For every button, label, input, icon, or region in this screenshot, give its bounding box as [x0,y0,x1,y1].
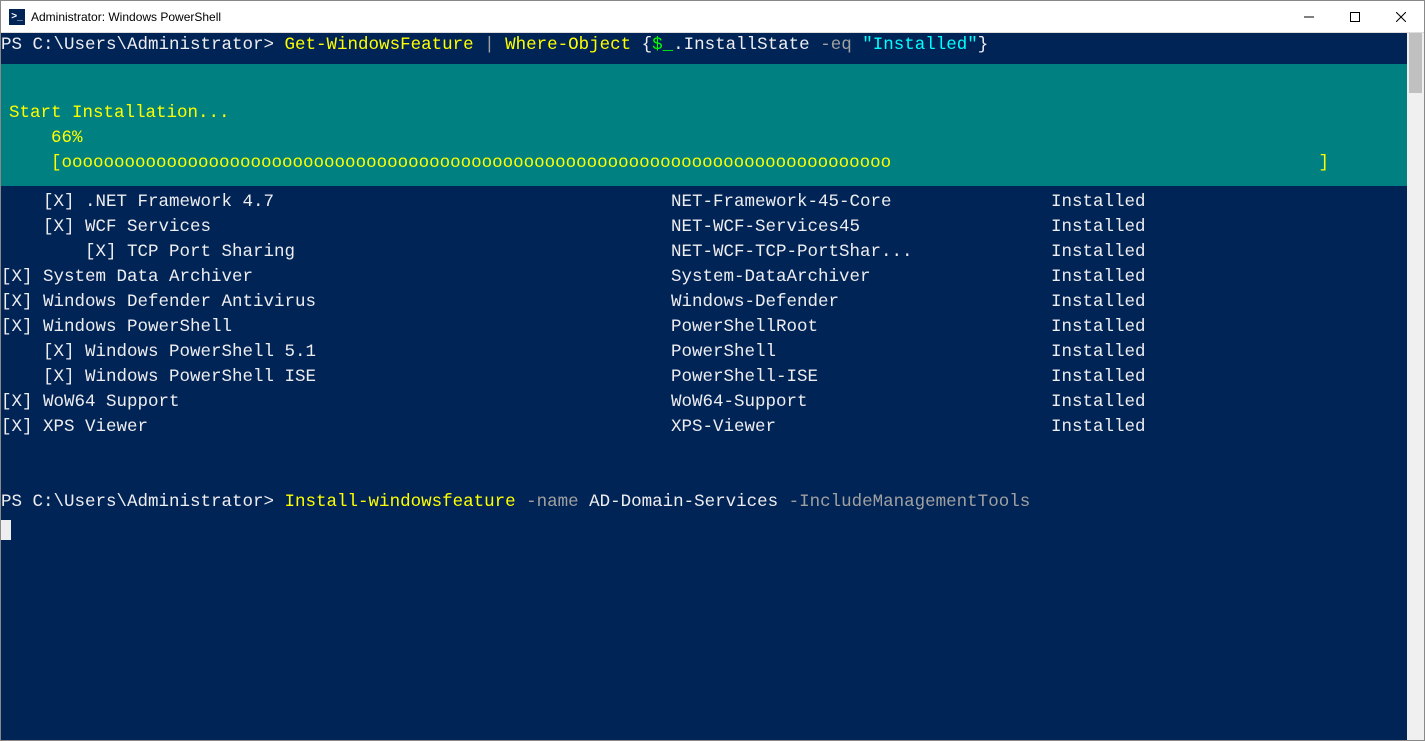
progress-title: Start Installation... [9,103,230,123]
feature-install-state: Installed [1051,315,1146,340]
feature-display-name: [X] Windows PowerShell 5.1 [1,340,671,365]
feature-display-name: [X] TCP Port Sharing [1,240,671,265]
minimize-button[interactable] [1286,1,1332,32]
eq-operator: -eq [820,35,862,55]
progress-bar-close: ] [1318,151,1399,176]
feature-name: PowerShellRoot [671,315,1051,340]
window-title: Administrator: Windows PowerShell [31,10,221,24]
arg-ad-domain-services: AD-Domain-Services [589,492,789,512]
feature-display-name: [X] XPS Viewer [1,415,671,440]
progress-bar-fill: oooooooooooooooooooooooooooooooooooooooo… [62,151,892,176]
progress-percent: 66% [9,128,83,148]
close-icon [1396,12,1406,22]
param-include-tools: -IncludeManagementTools [789,492,1031,512]
titlebar[interactable]: >_ Administrator: Windows PowerShell [1,1,1424,33]
param-name: -name [526,492,589,512]
feature-row: [X] .NET Framework 4.7NET-Framework-45-C… [1,190,1407,215]
feature-row: [X] Windows PowerShell ISEPowerShell-ISE… [1,365,1407,390]
feature-list: [X] .NET Framework 4.7NET-Framework-45-C… [1,190,1407,440]
cmdlet-where-object: Where-Object [505,35,642,55]
feature-row: [X] WoW64 SupportWoW64-SupportInstalled [1,390,1407,415]
progress-panel: Start Installation... 66% [ooooooooooooo… [1,64,1407,186]
feature-row: [X] Windows Defender AntivirusWindows-De… [1,290,1407,315]
feature-display-name: [X] WCF Services [1,215,671,240]
feature-install-state: Installed [1051,290,1146,315]
feature-install-state: Installed [1051,415,1146,440]
feature-name: NET-WCF-TCP-PortShar... [671,240,1051,265]
pipeline-var: $_ [652,35,673,55]
feature-install-state: Installed [1051,365,1146,390]
feature-install-state: Installed [1051,340,1146,365]
feature-install-state: Installed [1051,265,1146,290]
powershell-icon: >_ [9,9,25,25]
feature-name: WoW64-Support [671,390,1051,415]
close-brace: } [978,35,989,55]
open-brace: { [642,35,653,55]
feature-display-name: [X] System Data Archiver [1,265,671,290]
prompt-2: PS C:\Users\Administrator> [1,492,285,512]
feature-install-state: Installed [1051,240,1146,265]
feature-name: NET-Framework-45-Core [671,190,1051,215]
feature-display-name: [X] Windows Defender Antivirus [1,290,671,315]
pipe-operator: | [474,35,506,55]
feature-name: PowerShell-ISE [671,365,1051,390]
feature-display-name: [X] Windows PowerShell [1,315,671,340]
close-button[interactable] [1378,1,1424,32]
cmdlet-get-windowsfeature: Get-WindowsFeature [285,35,474,55]
minimize-icon [1304,12,1314,22]
feature-install-state: Installed [1051,190,1146,215]
feature-row: [X] Windows PowerShellPowerShellRootInst… [1,315,1407,340]
feature-install-state: Installed [1051,215,1146,240]
feature-row: [X] XPS ViewerXPS-ViewerInstalled [1,415,1407,440]
feature-name: XPS-Viewer [671,415,1051,440]
feature-row: [X] Windows PowerShell 5.1PowerShellInst… [1,340,1407,365]
feature-install-state: Installed [1051,390,1146,415]
feature-display-name: [X] .NET Framework 4.7 [1,190,671,215]
scrollbar-thumb[interactable] [1409,33,1422,93]
feature-name: Windows-Defender [671,290,1051,315]
string-literal: "Installed" [862,35,978,55]
property-access: .InstallState [673,35,820,55]
feature-name: NET-WCF-Services45 [671,215,1051,240]
feature-row: [X] System Data ArchiverSystem-DataArchi… [1,265,1407,290]
feature-display-name: [X] WoW64 Support [1,390,671,415]
prompt-1: PS C:\Users\Administrator> [1,35,285,55]
feature-name: PowerShell [671,340,1051,365]
maximize-icon [1350,12,1360,22]
feature-row: [X] WCF ServicesNET-WCF-Services45Instal… [1,215,1407,240]
feature-display-name: [X] Windows PowerShell ISE [1,365,671,390]
progress-bar-open: [ [9,151,62,176]
maximize-button[interactable] [1332,1,1378,32]
window-controls [1286,1,1424,32]
cursor [1,520,11,540]
feature-name: System-DataArchiver [671,265,1051,290]
vertical-scrollbar[interactable] [1407,33,1424,740]
console-output[interactable]: PS C:\Users\Administrator> Get-WindowsFe… [1,33,1407,740]
feature-row: [X] TCP Port SharingNET-WCF-TCP-PortShar… [1,240,1407,265]
cmdlet-install-windowsfeature: Install-windowsfeature [285,492,527,512]
powershell-window: >_ Administrator: Windows PowerShell PS … [0,0,1425,741]
